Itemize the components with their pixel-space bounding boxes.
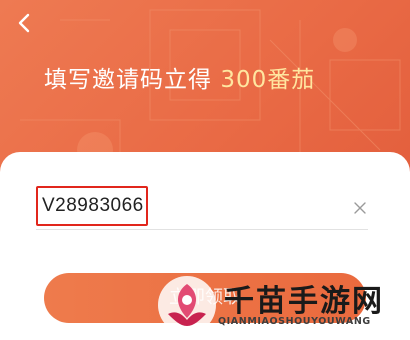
back-chevron-icon[interactable] xyxy=(12,10,38,36)
headline-prefix: 填写邀请码立得 xyxy=(44,67,212,93)
page-headline: 填写邀请码立得 300番茄 xyxy=(44,60,315,94)
close-icon[interactable] xyxy=(352,200,368,216)
headline-reward: 300番茄 xyxy=(220,67,316,93)
watermark-subtitle: QIANMIAOSHOUYOUWANG xyxy=(218,316,371,327)
invite-code-input[interactable] xyxy=(42,194,342,218)
invite-code-field xyxy=(36,186,368,230)
qianmiao-logo-icon xyxy=(158,276,216,334)
watermark-title: 千苗手游网 xyxy=(224,284,384,319)
watermark: 千苗手游网 QIANMIAOSHOUYOUWANG xyxy=(156,274,406,336)
